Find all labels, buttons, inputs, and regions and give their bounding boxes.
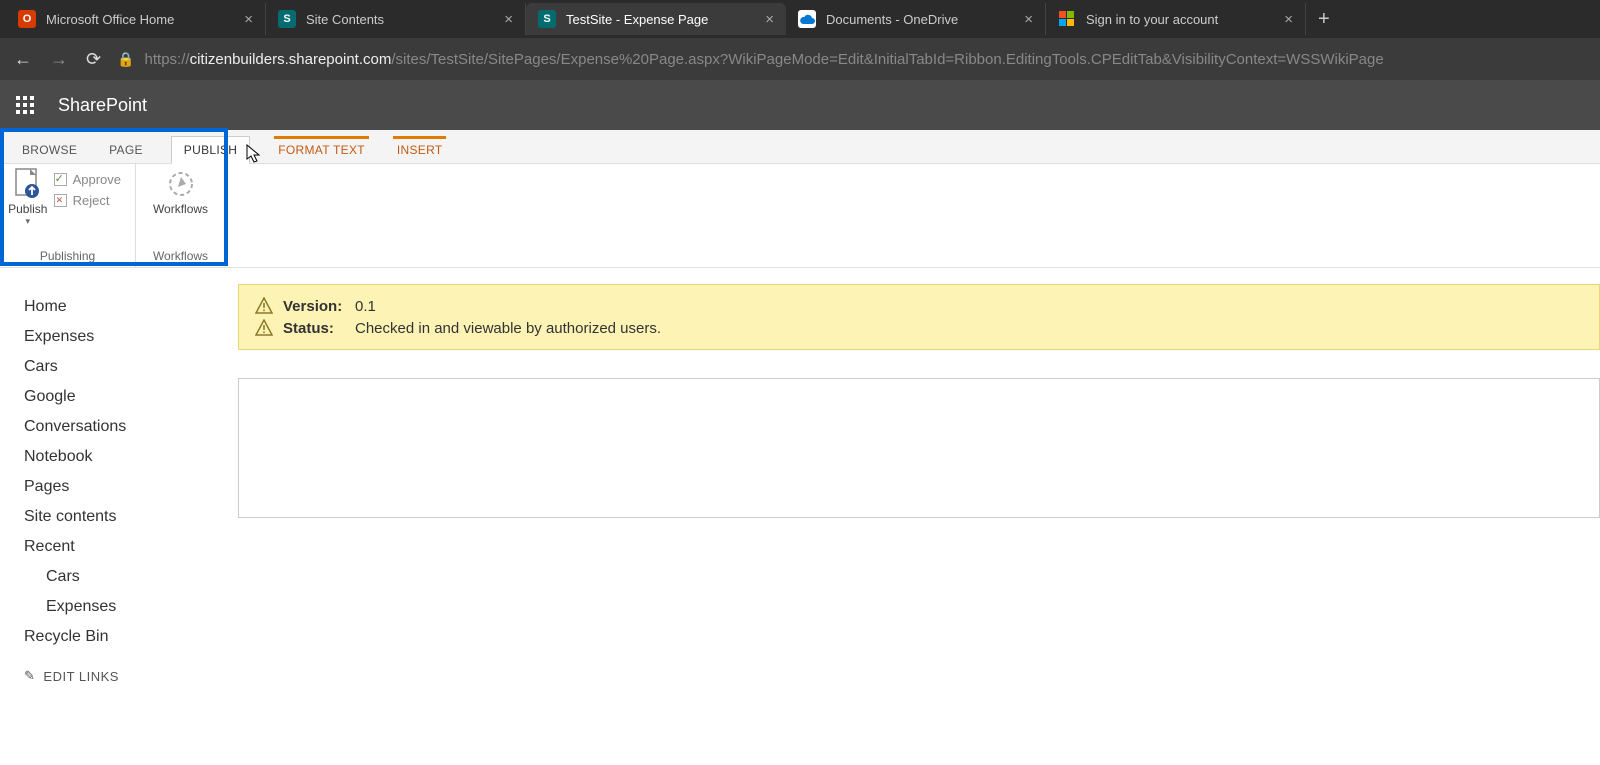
nav-item-recycle-bin[interactable]: Recycle Bin: [24, 622, 230, 652]
url-path: /sites/TestSite/SitePages/Expense%20Page…: [391, 51, 1383, 68]
ribbon-tab-insert[interactable]: INSERT: [393, 136, 447, 163]
group-label-publishing: Publishing: [0, 247, 135, 267]
workflows-label: Workflows: [153, 202, 208, 216]
close-icon[interactable]: ×: [1024, 11, 1033, 28]
ribbon-tabs: BROWSE PAGE PUBLISH FORMAT TEXT INSERT: [0, 130, 1600, 164]
office-icon: O: [18, 10, 36, 28]
browser-tab[interactable]: Documents - OneDrive ×: [786, 3, 1046, 35]
ribbon-tab-page[interactable]: PAGE: [105, 137, 147, 163]
approve-label: Approve: [73, 172, 121, 187]
ribbon-body: Publish ▾ Approve Reject Publishing: [0, 164, 1600, 268]
main-area: Version: 0.1 Status: Checked in and view…: [230, 268, 1600, 684]
url-host: citizenbuilders.sharepoint.com: [190, 51, 392, 68]
pencil-icon: ✎: [24, 668, 35, 684]
edit-links-label: EDIT LINKS: [43, 669, 119, 684]
edit-links-button[interactable]: ✎ EDIT LINKS: [24, 652, 230, 684]
publish-button[interactable]: Publish ▾: [8, 168, 48, 227]
url-field[interactable]: 🔒 https://citizenbuilders.sharepoint.com…: [117, 51, 1586, 68]
browser-tab[interactable]: O Microsoft Office Home ×: [6, 3, 266, 35]
version-label: Version:: [283, 298, 345, 315]
back-icon[interactable]: ←: [14, 49, 32, 70]
ribbon-tab-format-text[interactable]: FORMAT TEXT: [274, 136, 369, 163]
warning-icon: [255, 319, 273, 337]
sharepoint-icon: S: [278, 10, 296, 28]
tab-title: Site Contents: [306, 12, 492, 27]
new-tab-button[interactable]: +: [1306, 8, 1342, 31]
forward-icon[interactable]: →: [50, 49, 68, 70]
nav-item-conversations[interactable]: Conversations: [24, 412, 230, 442]
tab-title: Documents - OneDrive: [826, 12, 1012, 27]
warning-icon: [255, 297, 273, 315]
reload-icon[interactable]: ⟳: [86, 49, 101, 70]
browser-chrome: O Microsoft Office Home × S Site Content…: [0, 0, 1600, 80]
url-prefix: https://: [145, 51, 190, 68]
browser-tab[interactable]: S Site Contents ×: [266, 3, 526, 35]
workflows-icon: [165, 168, 197, 200]
left-navigation: Home Expenses Cars Google Conversations …: [0, 268, 230, 684]
lock-icon: 🔒: [117, 51, 134, 68]
check-icon: [54, 173, 67, 186]
reject-label: Reject: [73, 193, 110, 208]
nav-subitem-expenses[interactable]: Expenses: [24, 592, 230, 622]
publish-icon: [12, 168, 44, 200]
status-banner: Version: 0.1 Status: Checked in and view…: [238, 284, 1600, 350]
onedrive-icon: [798, 10, 816, 28]
nav-subitem-cars[interactable]: Cars: [24, 562, 230, 592]
close-icon[interactable]: ×: [504, 11, 513, 28]
page-editor[interactable]: [238, 378, 1600, 518]
tab-title: Sign in to your account: [1086, 12, 1272, 27]
ribbon-group-workflows: Workflows Workflows: [136, 164, 226, 267]
ribbon-tab-browse[interactable]: BROWSE: [18, 137, 81, 163]
suite-bar: SharePoint: [0, 80, 1600, 130]
nav-item-notebook[interactable]: Notebook: [24, 442, 230, 472]
microsoft-icon: [1058, 10, 1076, 28]
ribbon-group-publishing: Publish ▾ Approve Reject Publishing: [0, 164, 136, 267]
ribbon-tab-publish[interactable]: PUBLISH: [171, 136, 250, 164]
browser-tab-active[interactable]: S TestSite - Expense Page ×: [526, 3, 786, 35]
x-icon: [54, 194, 67, 207]
reject-button: Reject: [54, 193, 121, 208]
tab-title: Microsoft Office Home: [46, 12, 232, 27]
dropdown-caret-icon: ▾: [26, 216, 31, 227]
nav-item-pages[interactable]: Pages: [24, 472, 230, 502]
nav-item-home[interactable]: Home: [24, 292, 230, 322]
suite-brand[interactable]: SharePoint: [58, 95, 147, 116]
tab-strip: O Microsoft Office Home × S Site Content…: [0, 0, 1600, 38]
nav-item-google[interactable]: Google: [24, 382, 230, 412]
workflows-button[interactable]: Workflows: [146, 168, 216, 216]
close-icon[interactable]: ×: [1284, 11, 1293, 28]
close-icon[interactable]: ×: [765, 11, 774, 28]
browser-tab[interactable]: Sign in to your account ×: [1046, 3, 1306, 35]
nav-item-expenses[interactable]: Expenses: [24, 322, 230, 352]
close-icon[interactable]: ×: [244, 11, 253, 28]
app-launcher-icon[interactable]: [16, 96, 34, 114]
version-value: 0.1: [355, 298, 376, 315]
approve-button: Approve: [54, 172, 121, 187]
publish-label: Publish: [8, 202, 47, 216]
nav-item-cars[interactable]: Cars: [24, 352, 230, 382]
nav-item-site-contents[interactable]: Site contents: [24, 502, 230, 532]
address-bar: ← → ⟳ 🔒 https://citizenbuilders.sharepoi…: [0, 38, 1600, 80]
sharepoint-icon: S: [538, 10, 556, 28]
nav-item-recent[interactable]: Recent: [24, 532, 230, 562]
page-content: Home Expenses Cars Google Conversations …: [0, 268, 1600, 684]
group-label-workflows: Workflows: [136, 247, 225, 267]
mouse-cursor-icon: [246, 144, 262, 164]
tab-title: TestSite - Expense Page: [566, 12, 753, 27]
status-label: Status:: [283, 320, 345, 337]
status-value: Checked in and viewable by authorized us…: [355, 320, 661, 337]
